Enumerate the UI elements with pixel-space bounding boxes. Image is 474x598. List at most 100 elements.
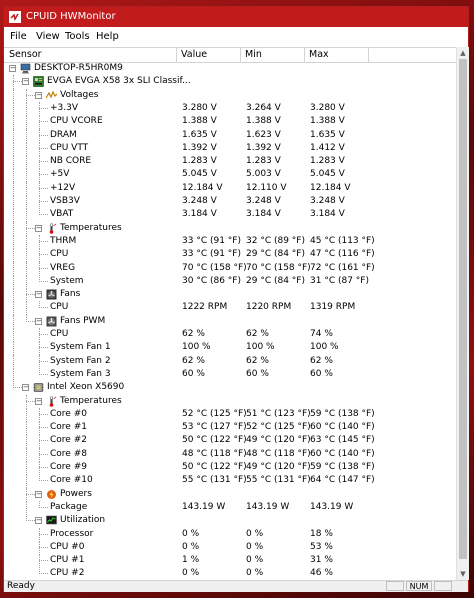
sensor-row[interactable]: CPU #0 0 % 0 % 53 % (4, 540, 456, 555)
sensor-min: 49 °C (120 °F) (246, 462, 311, 472)
sensor-row[interactable]: CPU 33 °C (91 °F) 29 °C (84 °F) 47 °C (116 … (4, 248, 456, 263)
sensor-row[interactable]: Core #10 55 °C (131 °F) 55 °C (131 °F) 64 °… (4, 474, 456, 489)
menu-file[interactable]: File (10, 31, 27, 42)
sensor-row[interactable]: Processor 0 % 0 % 18 % (4, 527, 456, 542)
sensor-max: 59 °C (138 °F) (310, 408, 375, 419)
vertical-scrollbar[interactable]: ▲ ▼ (456, 47, 469, 580)
tree-group-row[interactable]: − Intel Xeon X5690 (4, 381, 456, 394)
sensor-row[interactable]: NB CORE 1.283 V 1.283 V 1.283 V (4, 155, 456, 170)
tree-connector (39, 434, 40, 449)
sensor-label: Processor (50, 528, 94, 539)
sensor-row[interactable]: CPU VCORE 1.388 V 1.388 V 1.388 V (4, 115, 456, 130)
sensor-row[interactable]: Core #9 50 °C (122 °F) 49 °C (120 °F) 59 °C… (4, 461, 456, 475)
tree-group-row[interactable]: − Temperatures (4, 394, 456, 409)
tree-group-row[interactable]: − Fans PWM (4, 314, 456, 329)
sensor-value: 143.19 W (182, 501, 226, 512)
sensor-row[interactable]: System Fan 2 62 % 62 % 62 % (4, 354, 456, 369)
tree-connector (39, 261, 40, 276)
tree-connector (26, 234, 27, 249)
sensor-row[interactable]: CPU VTT 1.392 V 1.392 V 1.412 V (4, 141, 456, 156)
tree-connector (39, 267, 48, 269)
scroll-thumb[interactable] (459, 59, 467, 559)
collapse-toggle[interactable]: − (35, 397, 42, 405)
tree-connector (26, 101, 27, 116)
sensor-max: 60 % (310, 368, 333, 379)
tree-connector (13, 81, 22, 83)
sensor-row[interactable]: DRAM 1.635 V 1.623 V 1.635 V (4, 128, 456, 143)
title-bar[interactable]: CPUID HWMonitor (4, 7, 468, 27)
tree-group-row[interactable]: − Voltages (4, 88, 456, 103)
sensor-value: 5.045 V (182, 169, 217, 180)
sensor-value: 1 % (182, 555, 200, 566)
sensor-row[interactable]: +5V 5.045 V 5.003 V 5.045 V (4, 168, 456, 183)
sensor-row[interactable]: CPU #2 0 % 0 % 46 % (4, 567, 456, 580)
tree-connector (13, 341, 14, 356)
scroll-up-arrow[interactable]: ▲ (457, 47, 469, 59)
sensor-row[interactable]: Core #1 53 °C (127 °F) 52 °C (125 °F) 60 °C… (4, 421, 456, 436)
sensor-row[interactable]: +3.3V 3.280 V 3.264 V 3.280 V (4, 101, 456, 116)
column-divider[interactable] (368, 48, 369, 62)
column-value[interactable]: Value (181, 49, 207, 61)
sensor-row[interactable]: Core #8 48 °C (118 °F) 48 °C (118 °F) 60 °C… (4, 447, 456, 462)
num-lock-indicator: NUM (406, 581, 432, 591)
collapse-toggle[interactable]: − (22, 78, 29, 86)
sensor-row[interactable]: System Fan 1 100 % 100 % 100 % (4, 341, 456, 356)
sensor-label: THRM (50, 235, 77, 246)
tree-connector (13, 221, 14, 236)
tree-connector (26, 128, 27, 143)
tree-group-row[interactable]: − EVGA EVGA X58 3x SLI Classif... (4, 75, 456, 90)
column-max[interactable]: Max (309, 49, 329, 61)
scroll-down-arrow[interactable]: ▼ (457, 568, 469, 580)
tree-connector (26, 248, 27, 263)
column-divider[interactable] (240, 48, 241, 62)
sensor-row[interactable]: Core #0 52 °C (125 °F) 51 °C (123 °F) 59 °C… (4, 407, 456, 422)
menu-bar: File View Tools Help (4, 28, 468, 46)
tree-group-row[interactable]: − DESKTOP-R5HR0M9 (4, 62, 456, 75)
status-text: Ready (7, 581, 35, 591)
sensor-row[interactable]: VBAT 3.184 V 3.184 V 3.184 V (4, 208, 456, 223)
column-divider[interactable] (176, 48, 177, 62)
collapse-toggle[interactable]: − (35, 224, 42, 232)
sensor-row[interactable]: VSB3V 3.248 V 3.248 V 3.248 V (4, 195, 456, 209)
tree-connector (39, 554, 40, 569)
sensor-value: 52 °C (125 °F) (182, 408, 247, 419)
tree-connector (39, 248, 40, 263)
tree-group-row[interactable]: − Powers (4, 487, 456, 502)
sensor-row[interactable]: Core #2 50 °C (122 °F) 49 °C (120 °F) 63 °C… (4, 434, 456, 449)
tree-connector (26, 208, 27, 223)
sensor-label: DRAM (50, 129, 77, 140)
sensor-value: 0 % (182, 568, 200, 579)
collapse-toggle[interactable]: − (35, 291, 42, 299)
sensor-row[interactable]: CPU 62 % 62 % 74 % (4, 328, 456, 342)
tree-connector (39, 101, 40, 116)
tree-group-row[interactable]: − Fans (4, 288, 456, 303)
sensor-row[interactable]: System 30 °C (86 °F) 29 °C (84 °F) 31 °C (8… (4, 274, 456, 289)
menu-view[interactable]: View (36, 31, 60, 42)
collapse-toggle[interactable]: − (35, 91, 42, 99)
hwmonitor-app-icon (9, 11, 21, 23)
sensor-row[interactable]: System Fan 3 60 % 60 % 60 % (4, 367, 456, 382)
menu-help[interactable]: Help (96, 31, 119, 42)
sensor-row[interactable]: THRM 33 °C (91 °F) 32 °C (89 °F) 45 °C (113… (4, 234, 456, 249)
collapse-toggle[interactable]: − (35, 517, 42, 525)
sensor-row[interactable]: CPU #1 1 % 0 % 31 % (4, 554, 456, 569)
sensor-max: 62 % (310, 355, 333, 366)
column-min[interactable]: Min (245, 49, 262, 61)
collapse-toggle[interactable]: − (35, 317, 42, 325)
sensor-label: Core #1 (50, 422, 87, 433)
collapse-toggle[interactable]: − (22, 384, 29, 392)
collapse-toggle[interactable]: − (35, 490, 42, 498)
menu-tools[interactable]: Tools (65, 31, 90, 42)
sensor-row[interactable]: Package 143.19 W 143.19 W 143.19 W (4, 500, 456, 515)
column-sensor[interactable]: Sensor (9, 49, 42, 61)
tree-group-row[interactable]: − Temperatures (4, 221, 456, 236)
sensor-row[interactable]: VREG 70 °C (158 °F) 70 °C (158 °F) 72 °C (1… (4, 261, 456, 276)
tree-connector (39, 161, 48, 163)
sensor-row[interactable]: +12V 12.184 V 12.110 V 12.184 V (4, 181, 456, 196)
tree-group-row[interactable]: − Utilization (4, 514, 456, 527)
column-divider[interactable] (304, 48, 305, 62)
collapse-toggle[interactable]: − (9, 65, 16, 72)
sensor-tree[interactable]: − DESKTOP-R5HR0M9− EVGA EVGA X58 3x SLI Cl… (4, 62, 456, 580)
tree-connector (13, 234, 14, 249)
sensor-row[interactable]: CPU 1222 RPM 1220 RPM 1319 RPM (4, 301, 456, 316)
